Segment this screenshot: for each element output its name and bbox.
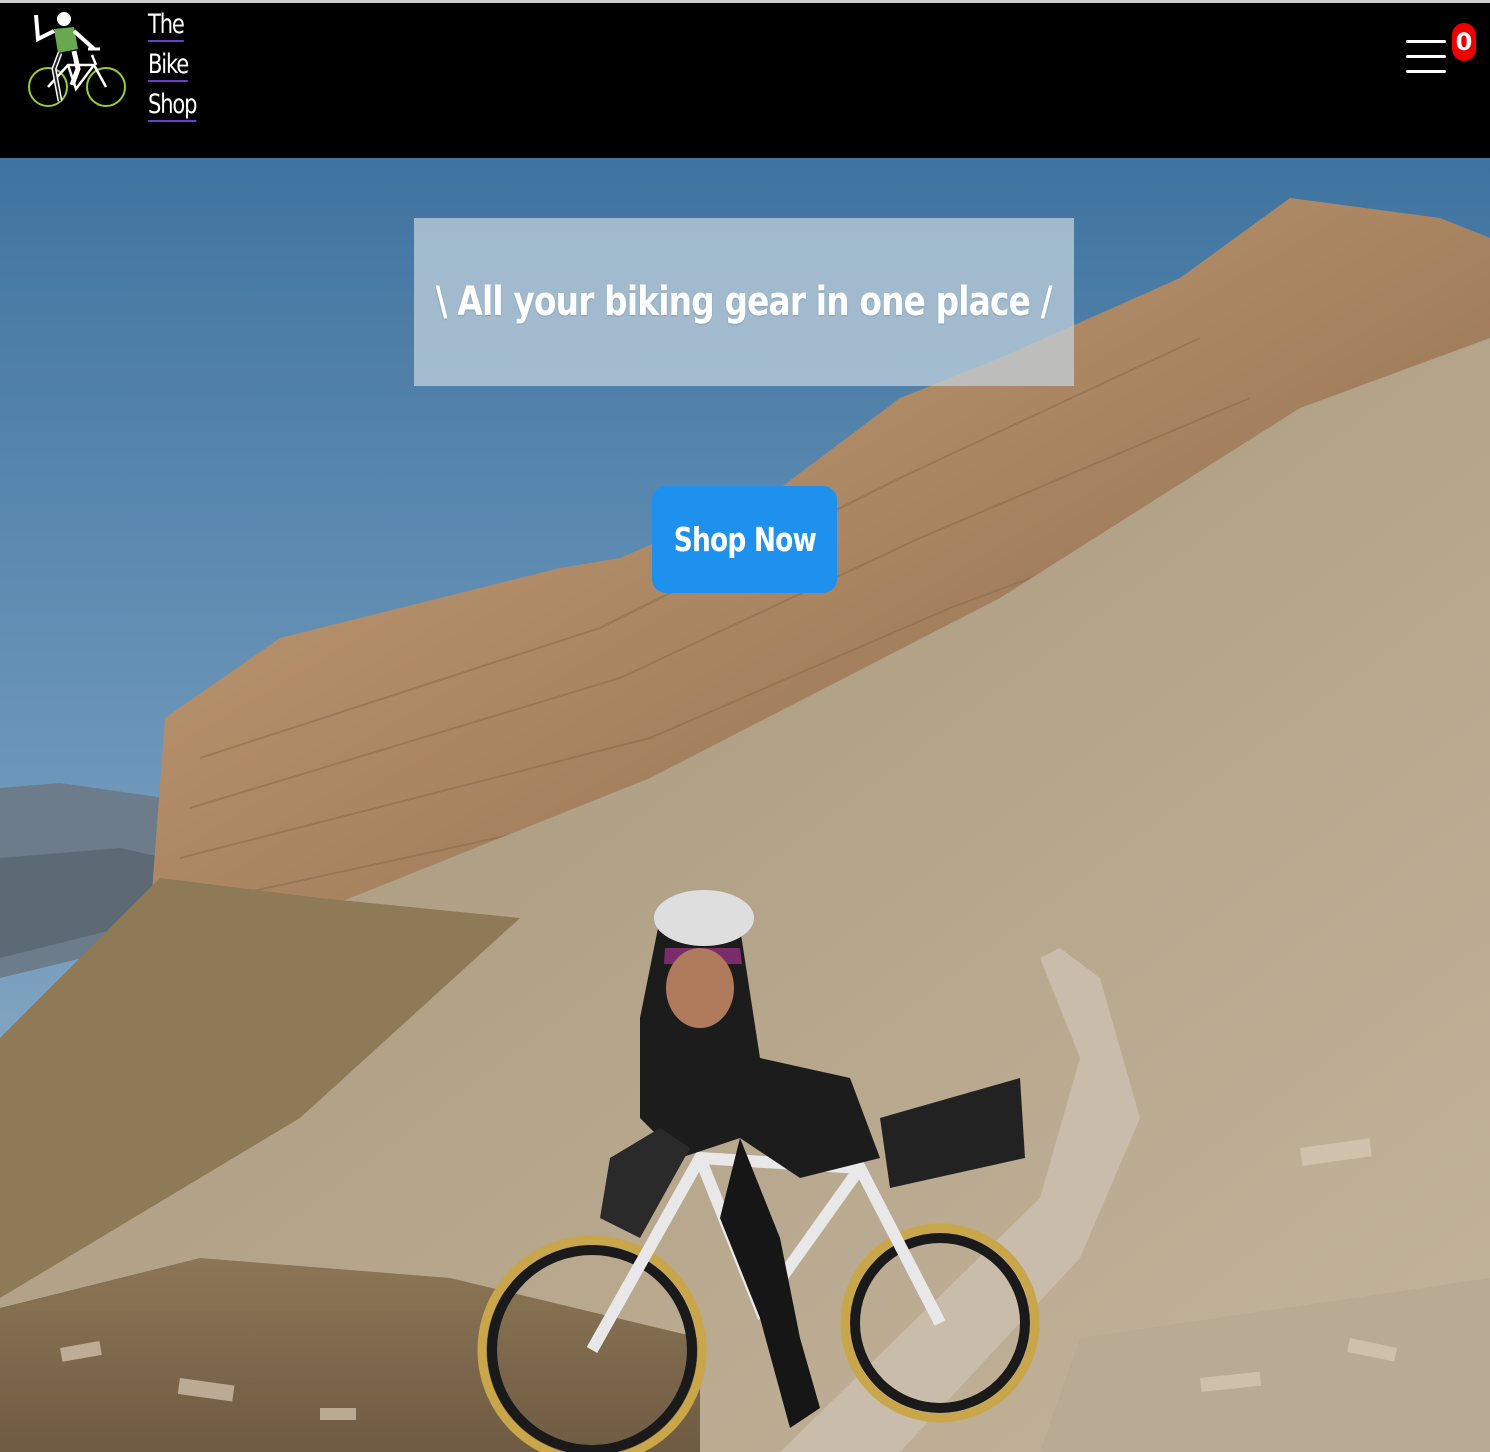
shop-now-button[interactable]: Shop Now xyxy=(652,486,837,593)
menu-bar xyxy=(1406,70,1446,73)
hero-section: \ All your biking gear in one place / Sh… xyxy=(0,158,1490,1452)
brand-line-bike[interactable]: Bike xyxy=(148,45,189,82)
site-header: The Bike Shop 0 xyxy=(0,3,1490,158)
menu-bar xyxy=(1406,40,1446,43)
hero-tagline: \ All your biking gear in one place / xyxy=(435,279,1053,325)
hamburger-menu-icon[interactable] xyxy=(1404,37,1448,77)
brand-line-shop[interactable]: Shop xyxy=(148,85,197,122)
bike-shop-logo[interactable] xyxy=(24,9,128,113)
menu-bar xyxy=(1406,55,1446,58)
brand-name: The Bike Shop xyxy=(148,5,210,125)
brand-line-the[interactable]: The xyxy=(148,5,185,42)
tagline-banner: \ All your biking gear in one place / xyxy=(414,218,1074,386)
cart-count-badge[interactable]: 0 xyxy=(1452,23,1476,61)
shop-now-label: Shop Now xyxy=(673,520,816,559)
